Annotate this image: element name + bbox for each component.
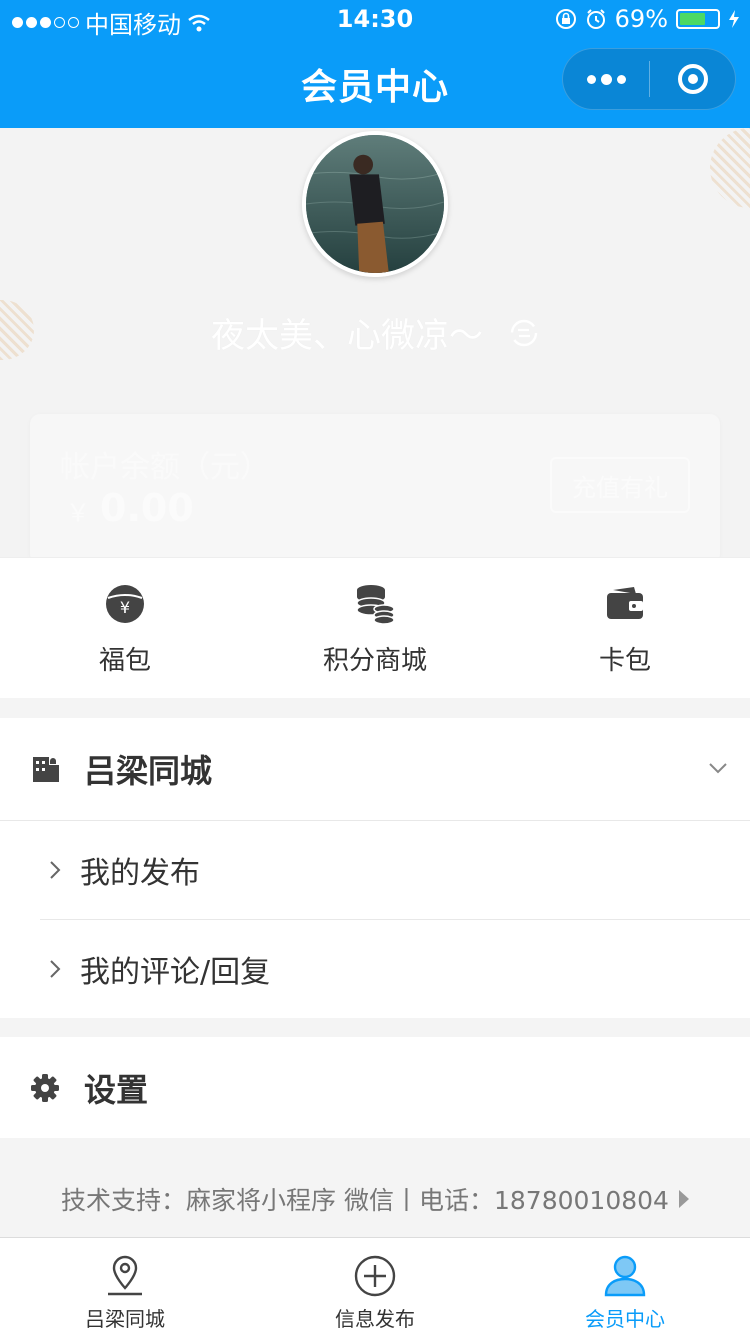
wallet-icon xyxy=(607,587,643,619)
alarm-icon xyxy=(586,9,605,29)
gear-icon xyxy=(31,1073,59,1102)
status-bar: 中国移动 14:30 69% xyxy=(0,0,750,40)
tab-bar: 吕梁同城 信息发布 会员中心 xyxy=(0,1237,750,1335)
balance-value: 0.00 xyxy=(100,486,194,530)
section-title: 吕梁同城 xyxy=(84,752,213,790)
list-item-my-comments[interactable]: 我的评论/回复 xyxy=(0,920,750,1018)
battery-fill xyxy=(680,13,705,25)
tech-support-link[interactable]: 技术支持：麻家将小程序 微信丨电话：18780010804 xyxy=(0,1178,750,1220)
refresh-icon[interactable] xyxy=(509,318,539,348)
yen-coin-icon: ¥ xyxy=(106,585,144,623)
building-icon xyxy=(33,757,59,782)
tab-city[interactable]: 吕梁同城 xyxy=(0,1238,250,1335)
location-pin-icon xyxy=(108,1255,142,1296)
coins-stack-icon xyxy=(356,585,395,624)
shortcut-fubao[interactable]: ¥ 福包 xyxy=(0,558,250,698)
settings-row[interactable]: 设置 xyxy=(0,1037,750,1138)
mini-program-capsule xyxy=(562,48,736,110)
shortcut-label: 福包 xyxy=(98,646,151,676)
status-right: 69% xyxy=(555,5,740,33)
avatar[interactable] xyxy=(302,131,448,277)
battery-percent: 69% xyxy=(614,5,668,33)
chevron-right-icon xyxy=(50,861,61,879)
plus-circle-icon xyxy=(354,1255,396,1297)
shortcut-points-mall[interactable]: 积分商城 xyxy=(250,558,500,698)
chevron-right-icon xyxy=(50,960,61,978)
currency-symbol: ￥ xyxy=(66,499,90,527)
more-button[interactable] xyxy=(563,49,649,109)
rotation-lock-icon xyxy=(555,9,576,29)
shortcut-label: 卡包 xyxy=(598,646,651,676)
balance-card: 帐户余额（元） ￥ 0.00 充值有礼 xyxy=(30,414,720,558)
tab-label: 信息发布 xyxy=(335,1307,415,1331)
recharge-button[interactable]: 充值有礼 xyxy=(550,457,690,513)
svg-text:¥: ¥ xyxy=(120,598,130,617)
list-item-label: 我的发布 xyxy=(80,856,200,891)
settings-label: 设置 xyxy=(84,1070,149,1109)
support-text: 技术支持：麻家将小程序 微信丨电话：18780010804 xyxy=(61,1186,669,1215)
tab-label: 吕梁同城 xyxy=(85,1307,165,1331)
nickname: 夜太美、心微凉～ xyxy=(211,316,483,356)
charging-icon xyxy=(729,10,739,28)
play-arrow-icon xyxy=(678,1190,689,1208)
nickname-row: 夜太美、心微凉～ xyxy=(0,308,750,357)
more-dots-icon xyxy=(586,74,596,84)
close-target-icon xyxy=(677,64,708,94)
list-item-my-posts[interactable]: 我的发布 xyxy=(40,821,750,920)
close-button[interactable] xyxy=(650,64,735,94)
tab-publish[interactable]: 信息发布 xyxy=(250,1238,500,1335)
avatar-photo xyxy=(306,135,444,273)
decorative-circle xyxy=(710,128,750,208)
chevron-down-icon xyxy=(709,763,727,774)
battery-icon xyxy=(676,9,720,29)
navigation-bar: 会员中心 xyxy=(0,40,750,128)
user-icon xyxy=(604,1255,646,1297)
section-header[interactable]: 吕梁同城 xyxy=(0,718,750,821)
city-section: 吕梁同城 我的发布 我的评论/回复 xyxy=(0,718,750,1018)
list-item-label: 我的评论/回复 xyxy=(80,955,271,990)
balance-amount: ￥ 0.00 xyxy=(66,486,194,530)
profile-header: 夜太美、心微凉～ 帐户余额（元） ￥ 0.00 充值有礼 xyxy=(0,128,750,558)
shortcut-label: 积分商城 xyxy=(322,646,427,676)
shortcut-card-wallet[interactable]: 卡包 xyxy=(500,558,750,698)
balance-label: 帐户余额（元） xyxy=(60,450,270,485)
tab-member-center[interactable]: 会员中心 xyxy=(500,1238,750,1335)
shortcut-row: ¥ 福包 积分商城 卡包 xyxy=(0,557,750,698)
tab-label: 会员中心 xyxy=(585,1307,665,1331)
